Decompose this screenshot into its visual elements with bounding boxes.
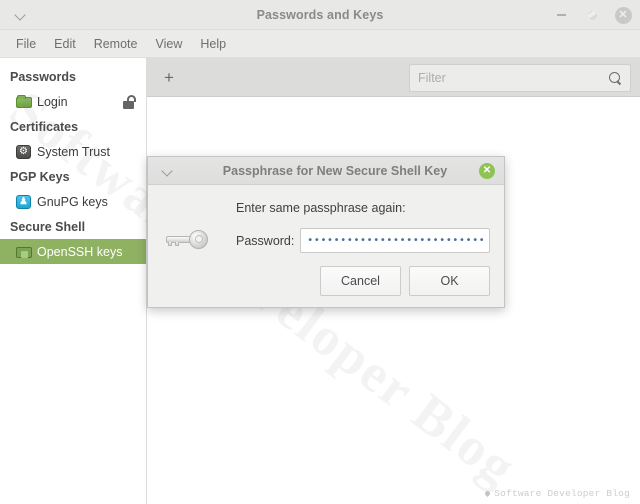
menu-item-help[interactable]: Help <box>192 34 234 54</box>
cancel-button[interactable]: Cancel <box>320 266 401 296</box>
sidebar-item-openssh-keys[interactable]: OpenSSH keys <box>0 239 146 264</box>
password-label: Password: <box>236 233 295 248</box>
sidebar-item-label: System Trust <box>37 144 110 159</box>
application-window: Passwords and Keys ✕ File Edit Remote Vi… <box>0 0 640 504</box>
gear-icon: ⚙ <box>16 144 32 159</box>
search-input[interactable] <box>418 71 609 85</box>
dialog-prompt: Enter same passphrase again: <box>236 201 406 215</box>
dialog-title: Passphrase for New Secure Shell Key <box>222 163 448 178</box>
window-controls: ✕ <box>552 0 632 30</box>
menu-item-file[interactable]: File <box>8 34 44 54</box>
sidebar-group-certificates: Certificates <box>10 120 79 134</box>
password-masked-value: ••••••••••••••••••••••••••••••• <box>307 235 483 246</box>
leaf-bullet-icon <box>484 489 492 498</box>
minimize-icon <box>556 14 566 16</box>
dialog-close-button[interactable]: ✕ <box>479 163 495 179</box>
password-input[interactable]: ••••••••••••••••••••••••••••••• <box>300 228 490 253</box>
sidebar-item-label: OpenSSH keys <box>37 244 123 259</box>
dialog-title-bar: Passphrase for New Secure Shell Key ✕ <box>148 157 504 185</box>
sidebar: Passwords Login Certificates ⚙ System Tr… <box>0 58 147 504</box>
sidebar-item-login[interactable]: Login <box>0 89 146 114</box>
chevron-down-icon <box>163 166 172 175</box>
toolbar: + <box>147 58 640 97</box>
sidebar-group-secure-shell: Secure Shell <box>10 220 86 234</box>
sidebar-item-label: GnuPG keys <box>37 194 108 209</box>
folder-open-icon <box>16 244 32 259</box>
key-icon <box>164 227 208 253</box>
close-icon: ✕ <box>614 6 632 24</box>
maximize-button[interactable] <box>583 6 601 24</box>
window-title: Passwords and Keys <box>256 7 384 22</box>
menu-item-remote[interactable]: Remote <box>86 34 146 54</box>
folder-icon <box>16 94 32 109</box>
plus-icon: + <box>164 67 174 87</box>
sidebar-group-pgp-keys: PGP Keys <box>10 170 70 184</box>
close-button[interactable]: ✕ <box>614 6 632 24</box>
sidebar-item-system-trust[interactable]: ⚙ System Trust <box>0 139 146 164</box>
sidebar-group-passwords: Passwords <box>10 70 77 84</box>
menu-item-view[interactable]: View <box>147 34 190 54</box>
ok-button[interactable]: OK <box>409 266 490 296</box>
passphrase-dialog: Passphrase for New Secure Shell Key ✕ En… <box>147 156 505 308</box>
search-icon[interactable] <box>609 71 622 85</box>
menu-bar: File Edit Remote View Help <box>0 30 640 58</box>
close-icon: ✕ <box>482 165 492 176</box>
gnupg-icon: ♟ <box>16 194 32 209</box>
chevron-down-icon <box>16 10 25 19</box>
sidebar-item-label: Login <box>37 94 68 109</box>
footer-watermark: Software Developer Blog <box>484 488 630 499</box>
maximize-icon <box>587 10 597 20</box>
minimize-button[interactable] <box>552 6 570 24</box>
footer-watermark-text: Software Developer Blog <box>494 488 630 499</box>
add-button[interactable]: + <box>155 63 183 91</box>
dialog-body: Enter same passphrase again: Password: •… <box>148 185 504 308</box>
title-bar: Passwords and Keys ✕ <box>0 0 640 30</box>
dialog-buttons: Cancel OK <box>320 266 490 296</box>
menu-item-edit[interactable]: Edit <box>46 34 84 54</box>
password-field-row: Password: ••••••••••••••••••••••••••••••… <box>236 228 490 253</box>
sidebar-item-gnupg-keys[interactable]: ♟ GnuPG keys <box>0 189 146 214</box>
unlocked-padlock-icon[interactable] <box>123 95 136 109</box>
filter-search-box[interactable] <box>409 64 631 92</box>
